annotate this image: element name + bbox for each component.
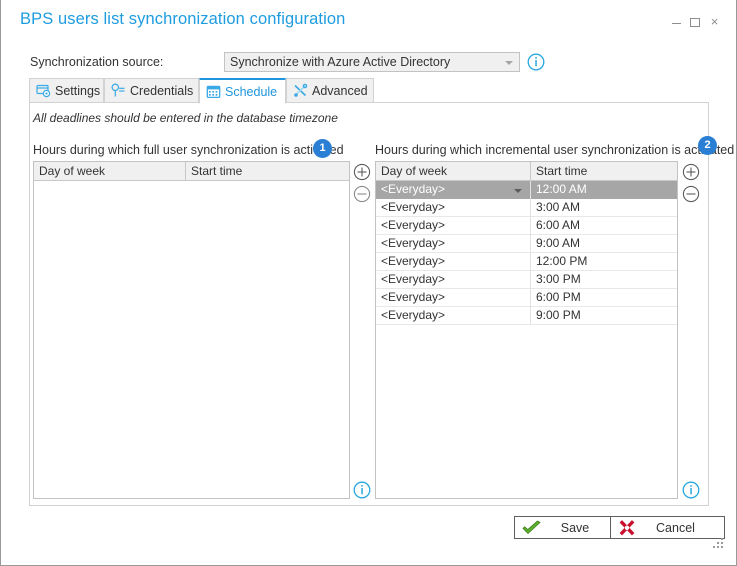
cell-start-time[interactable]: 6:00 AM [531, 217, 677, 235]
cell-day-of-week[interactable]: <Everyday> [376, 271, 531, 289]
settings-card-icon [36, 83, 51, 98]
cell-day-of-week[interactable]: <Everyday> [376, 235, 531, 253]
incremental-sync-info-icon[interactable] [682, 481, 700, 499]
cell-start-time[interactable]: 12:00 PM [531, 253, 677, 271]
tab-schedule[interactable]: Schedule [199, 78, 286, 104]
table-row[interactable]: <Everyday> 12:00 AM [376, 181, 677, 199]
sync-source-label: Synchronization source: [30, 55, 164, 69]
cell-start-time[interactable]: 6:00 PM [531, 289, 677, 307]
chevron-down-icon [505, 61, 513, 65]
badge-1: 1 [313, 139, 332, 158]
tab-schedule-label: Schedule [225, 84, 278, 99]
full-sync-table[interactable]: Day of week Start time [33, 161, 350, 499]
red-cross-icon [617, 519, 639, 537]
schedule-tab-panel: All deadlines should be entered in the d… [29, 102, 734, 506]
table-header-row: Day of week Start time [34, 162, 349, 181]
table-row[interactable]: <Everyday> 6:00 AM [376, 217, 677, 235]
badge-2: 2 [698, 136, 717, 155]
cancel-button[interactable]: Cancel [610, 516, 725, 539]
column-header-start-time[interactable]: Start time [186, 162, 349, 181]
cell-start-time[interactable]: 3:00 PM [531, 271, 677, 289]
cell-day-of-week[interactable]: <Everyday> [376, 181, 531, 199]
cell-day-of-week[interactable]: <Everyday> [376, 217, 531, 235]
dialog-window: BPS users list synchronization configura… [0, 0, 737, 566]
table-row[interactable]: <Everyday> 6:00 PM [376, 289, 677, 307]
green-check-icon [521, 519, 543, 537]
sync-source-dropdown[interactable]: Synchronize with Azure Active Directory [224, 52, 520, 72]
sync-source-info-icon[interactable] [527, 53, 545, 71]
timezone-hint: All deadlines should be entered in the d… [33, 111, 338, 125]
table-row[interactable]: <Everyday> 9:00 PM [376, 307, 677, 325]
title-bar: BPS users list synchronization configura… [1, 0, 736, 38]
tab-credentials-label: Credentials [130, 83, 194, 98]
table-row[interactable]: <Everyday> 3:00 PM [376, 271, 677, 289]
close-button[interactable]: × [706, 14, 723, 30]
full-sync-remove-button[interactable] [353, 185, 371, 203]
minimize-button[interactable] [668, 14, 685, 30]
full-sync-table-body[interactable] [34, 181, 349, 498]
cancel-button-label: Cancel [656, 520, 695, 535]
cell-day-of-week[interactable]: <Everyday> [376, 199, 531, 217]
incremental-sync-add-button[interactable] [682, 163, 700, 181]
full-sync-caption: Hours during which full user synchroniza… [33, 143, 344, 157]
table-row[interactable]: <Everyday> 9:00 AM [376, 235, 677, 253]
table-row[interactable]: <Everyday> 12:00 PM [376, 253, 677, 271]
cell-start-time[interactable]: 9:00 PM [531, 307, 677, 325]
cell-start-time[interactable]: 12:00 AM [531, 181, 677, 199]
cell-start-time[interactable]: 3:00 AM [531, 199, 677, 217]
full-sync-add-button[interactable] [353, 163, 371, 181]
tab-strip: Settings Credentials Schedule Advanced [29, 78, 709, 104]
maximize-button[interactable] [687, 14, 704, 30]
tools-icon [293, 83, 308, 98]
calendar-icon [206, 84, 221, 99]
window-title: BPS users list synchronization configura… [20, 10, 346, 28]
empty-table-area[interactable] [34, 181, 349, 498]
tab-advanced-label: Advanced [312, 83, 368, 98]
maximize-icon [690, 18, 700, 27]
cell-day-of-week[interactable]: <Everyday> [376, 307, 531, 325]
sync-source-value: Synchronize with Azure Active Directory [230, 55, 451, 69]
column-header-start-time[interactable]: Start time [531, 162, 677, 181]
minimize-icon [672, 23, 681, 24]
incremental-sync-table[interactable]: Day of week Start time <Everyday> 12:00 A… [375, 161, 678, 499]
table-header-row: Day of week Start time [376, 162, 677, 181]
table-row[interactable]: <Everyday> 3:00 AM [376, 199, 677, 217]
column-header-day-of-week[interactable]: Day of week [34, 162, 186, 181]
cell-start-time[interactable]: 9:00 AM [531, 235, 677, 253]
save-button[interactable]: Save [514, 516, 620, 539]
tab-advanced[interactable]: Advanced [286, 78, 374, 103]
resize-grip[interactable] [713, 538, 725, 550]
cell-day-of-week[interactable]: <Everyday> [376, 253, 531, 271]
full-sync-info-icon[interactable] [353, 481, 371, 499]
incremental-sync-table-body[interactable]: <Everyday> 12:00 AM <Everyday> 3:00 AM <Ever… [376, 181, 677, 498]
key-icon [111, 83, 126, 98]
tab-credentials[interactable]: Credentials [104, 78, 199, 103]
column-header-day-of-week[interactable]: Day of week [376, 162, 531, 181]
incremental-sync-remove-button[interactable] [682, 185, 700, 203]
save-button-label: Save [560, 520, 590, 535]
tab-settings-label: Settings [55, 83, 101, 98]
cell-day-of-week[interactable]: <Everyday> [376, 289, 531, 307]
chevron-down-icon[interactable] [514, 189, 522, 193]
incremental-sync-caption: Hours during which incremental user sync… [375, 143, 735, 157]
tab-settings[interactable]: Settings [29, 78, 104, 103]
